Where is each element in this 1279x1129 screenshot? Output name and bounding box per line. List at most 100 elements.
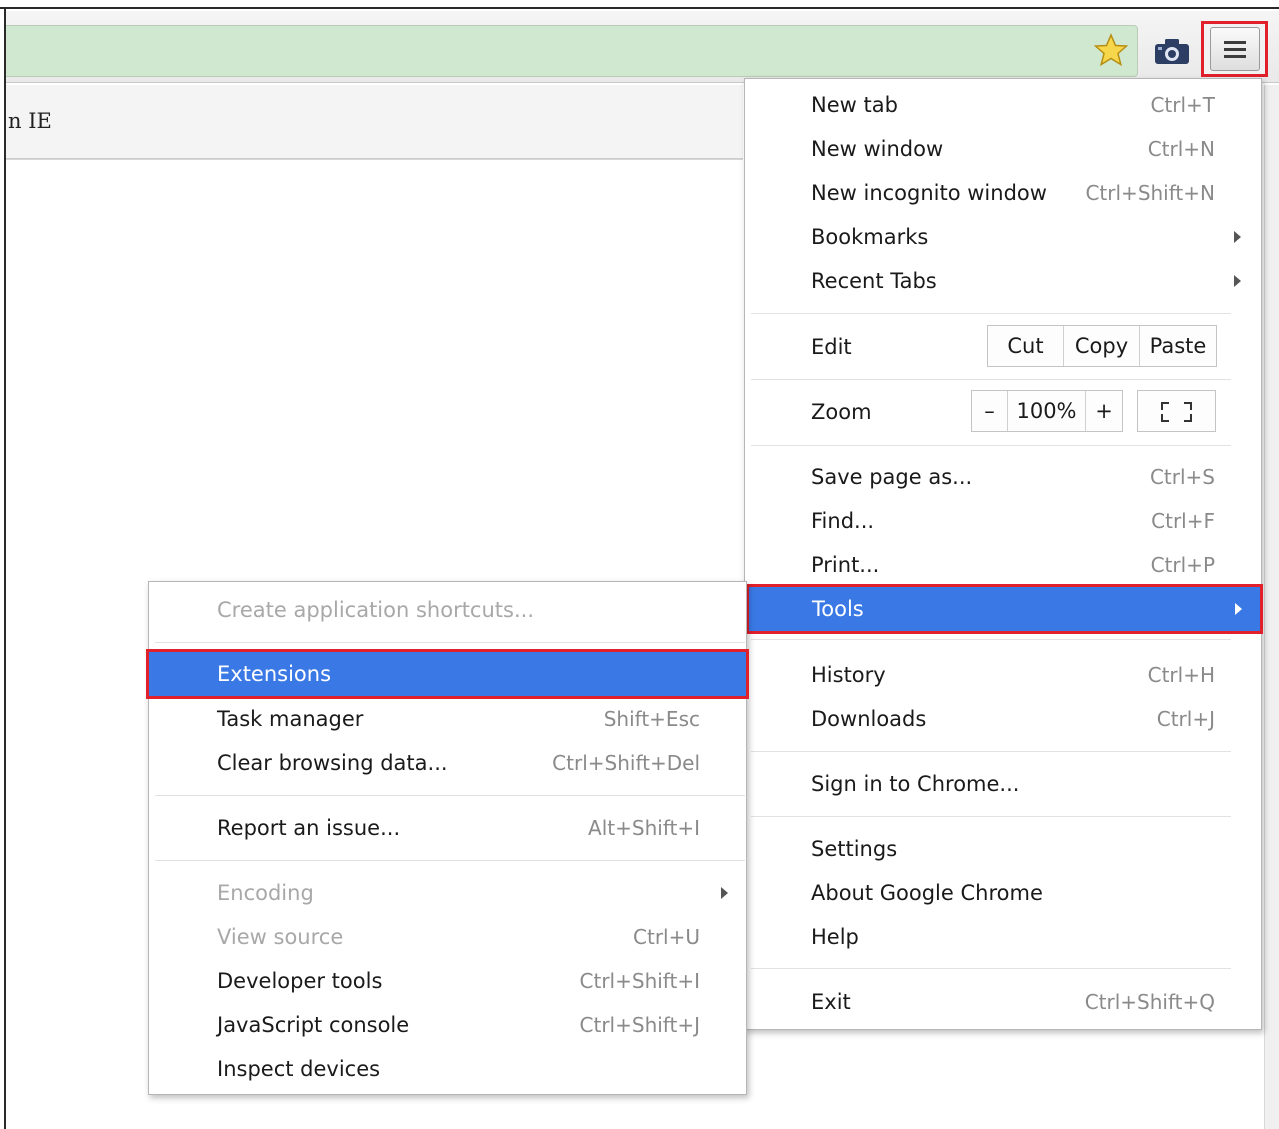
menu-separator	[751, 968, 1231, 969]
page-divider	[6, 159, 743, 160]
zoom-in-button[interactable]: +	[1086, 391, 1122, 431]
menu-item-exit[interactable]: Exit Ctrl+Shift+Q	[745, 980, 1261, 1024]
edit-button-group: Cut Copy Paste	[987, 325, 1217, 367]
menu-item-label: New incognito window	[811, 181, 1047, 205]
star-icon[interactable]	[1094, 33, 1128, 67]
menu-item-new-window[interactable]: New window Ctrl+N	[745, 127, 1261, 171]
menu-item-label: Report an issue...	[217, 816, 401, 840]
menu-item-encoding: Encoding	[149, 871, 746, 915]
menu-item-label: Inspect devices	[217, 1057, 381, 1081]
menu-item-new-tab[interactable]: New tab Ctrl+T	[745, 83, 1261, 127]
menu-item-shortcut: Shift+Esc	[603, 707, 700, 731]
menu-item-extensions[interactable]: Extensions	[146, 649, 749, 699]
menu-item-report-issue[interactable]: Report an issue... Alt+Shift+I	[149, 806, 746, 850]
fullscreen-icon-corner	[1161, 414, 1169, 422]
page-header-text: n IE	[8, 109, 52, 133]
menu-item-label: Task manager	[217, 707, 364, 731]
menu-separator	[155, 795, 745, 796]
menu-item-label: Create application shortcuts...	[217, 598, 534, 622]
chrome-menu-button[interactable]	[1201, 21, 1268, 77]
menu-item-shortcut: Ctrl+T	[1150, 93, 1215, 117]
scrollbar[interactable]	[1264, 85, 1279, 1129]
menu-item-label: View source	[217, 925, 344, 949]
menu-separator	[751, 751, 1231, 752]
menu-item-inspect-devices[interactable]: Inspect devices	[149, 1047, 746, 1091]
menu-item-view-source: View source Ctrl+U	[149, 915, 746, 959]
menu-item-print[interactable]: Print... Ctrl+P	[745, 543, 1261, 587]
menu-item-save-page-as[interactable]: Save page as... Ctrl+S	[745, 455, 1261, 499]
menu-item-shortcut: Ctrl+F	[1151, 509, 1215, 533]
menu-item-shortcut: Ctrl+P	[1150, 553, 1215, 577]
menu-item-label: Encoding	[217, 881, 314, 905]
menu-separator	[155, 642, 745, 643]
menu-item-shortcut: Ctrl+Shift+J	[579, 1013, 700, 1037]
menu-item-shortcut: Ctrl+Shift+N	[1085, 181, 1215, 205]
menu-item-developer-tools[interactable]: Developer tools Ctrl+Shift+I	[149, 959, 746, 1003]
menu-item-label: New window	[811, 137, 944, 161]
paste-button[interactable]: Paste	[1140, 326, 1216, 366]
menu-item-javascript-console[interactable]: JavaScript console Ctrl+Shift+J	[149, 1003, 746, 1047]
cut-button[interactable]: Cut	[988, 326, 1064, 366]
menu-item-label: History	[811, 663, 886, 687]
fullscreen-button[interactable]	[1137, 390, 1216, 432]
menu-separator	[751, 445, 1231, 446]
menu-item-history[interactable]: History Ctrl+H	[745, 653, 1261, 697]
chrome-main-menu: New tab Ctrl+T New window Ctrl+N New inc…	[744, 78, 1263, 1030]
copy-button[interactable]: Copy	[1064, 326, 1140, 366]
menu-item-shortcut: Ctrl+S	[1149, 465, 1215, 489]
submenu-arrow-icon	[721, 887, 728, 899]
menu-item-shortcut: Alt+Shift+I	[588, 816, 700, 840]
menu-item-shortcut: Ctrl+Shift+I	[579, 969, 700, 993]
menu-item-create-app-shortcuts: Create application shortcuts...	[149, 588, 746, 632]
menu-item-settings[interactable]: Settings	[745, 827, 1261, 871]
menu-item-clear-browsing-data[interactable]: Clear browsing data... Ctrl+Shift+Del	[149, 741, 746, 785]
camera-icon[interactable]	[1153, 36, 1191, 66]
menu-item-label: Tools	[812, 597, 864, 621]
menu-item-label: Extensions	[217, 662, 332, 686]
page-header-strip	[6, 85, 743, 159]
menu-item-task-manager[interactable]: Task manager Shift+Esc	[149, 697, 746, 741]
menu-item-label: Print...	[811, 553, 880, 577]
menu-item-help[interactable]: Help	[745, 915, 1261, 959]
menu-item-shortcut: Ctrl+U	[633, 925, 700, 949]
menu-item-bookmarks[interactable]: Bookmarks	[745, 215, 1261, 259]
menu-separator	[751, 639, 1231, 640]
menu-item-label: Save page as...	[811, 465, 973, 489]
menu-item-label: Sign in to Chrome...	[811, 772, 1020, 796]
menu-item-label: Clear browsing data...	[217, 751, 448, 775]
zoom-control-group: – 100% +	[971, 390, 1123, 432]
menu-item-recent-tabs[interactable]: Recent Tabs	[745, 259, 1261, 303]
menu-item-shortcut: Ctrl+J	[1156, 707, 1215, 731]
zoom-level: 100%	[1008, 391, 1086, 431]
menu-item-shortcut: Ctrl+Shift+Q	[1084, 990, 1215, 1014]
menu-item-shortcut: Ctrl+Shift+Del	[552, 751, 700, 775]
menu-item-downloads[interactable]: Downloads Ctrl+J	[745, 697, 1261, 741]
menu-item-label: New tab	[811, 93, 898, 117]
menu-separator	[751, 816, 1231, 817]
fullscreen-icon-corner	[1184, 402, 1192, 410]
menu-item-shortcut: Ctrl+H	[1147, 663, 1215, 687]
menu-item-label: JavaScript console	[217, 1013, 410, 1037]
zoom-out-button[interactable]: –	[972, 391, 1008, 431]
menu-item-shortcut: Ctrl+N	[1147, 137, 1215, 161]
menu-item-about-chrome[interactable]: About Google Chrome	[745, 871, 1261, 915]
fullscreen-icon	[1161, 402, 1169, 410]
menu-item-find[interactable]: Find... Ctrl+F	[745, 499, 1261, 543]
menu-item-label: About Google Chrome	[811, 881, 1043, 905]
window-frame-left	[4, 9, 6, 1129]
window-frame-top	[0, 0, 1279, 9]
menu-item-label: Exit	[811, 990, 851, 1014]
menu-item-label: Find...	[811, 509, 875, 533]
menu-item-label: Recent Tabs	[811, 269, 937, 293]
menu-item-tools[interactable]: Tools	[746, 584, 1263, 634]
menu-item-label: Bookmarks	[811, 225, 929, 249]
menu-item-new-incognito-window[interactable]: New incognito window Ctrl+Shift+N	[745, 171, 1261, 215]
menu-item-label: Zoom	[811, 400, 872, 424]
submenu-arrow-icon	[1235, 603, 1242, 615]
tools-submenu: Create application shortcuts... Extensio…	[146, 581, 749, 1095]
menu-item-sign-in[interactable]: Sign in to Chrome...	[745, 762, 1261, 806]
address-bar[interactable]	[6, 25, 1138, 77]
fullscreen-icon-corner	[1184, 414, 1192, 422]
menu-item-label: Settings	[811, 837, 898, 861]
menu-item-label: Developer tools	[217, 969, 383, 993]
